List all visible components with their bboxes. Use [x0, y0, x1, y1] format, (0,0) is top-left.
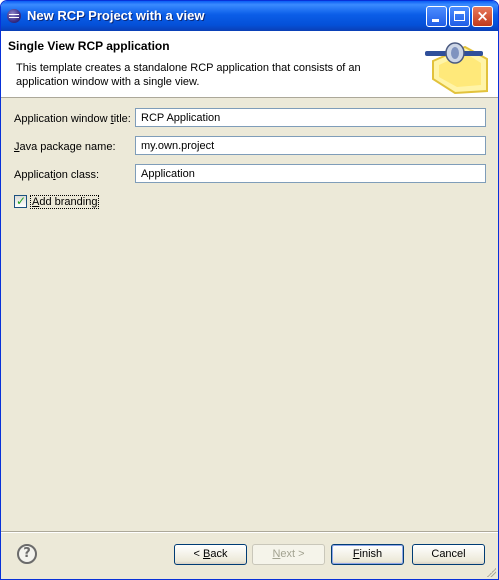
minimize-button[interactable] [426, 6, 447, 27]
window-title: New RCP Project with a view [27, 8, 205, 23]
finish-button[interactable]: Finish [331, 544, 404, 565]
package-name-input[interactable] [135, 136, 486, 155]
resize-grip[interactable] [486, 567, 496, 577]
title-bar[interactable]: New RCP Project with a view × [1, 1, 498, 31]
application-class-input[interactable] [135, 164, 486, 183]
window-title-label: Application window title: [14, 113, 131, 125]
close-button[interactable]: × [472, 6, 493, 27]
next-button[interactable]: Next > [252, 544, 325, 565]
cancel-button[interactable]: Cancel [412, 544, 485, 565]
help-button[interactable]: ? [17, 544, 37, 564]
wizard-header: Single View RCP application This templat… [1, 31, 498, 98]
page-description: This template creates a standalone RCP a… [16, 62, 361, 88]
window-title-input[interactable] [135, 108, 486, 127]
back-button[interactable]: < Back [174, 544, 247, 565]
add-branding-label[interactable]: Add branding [30, 195, 100, 209]
maximize-button[interactable] [449, 6, 470, 27]
close-icon: × [476, 7, 489, 25]
package-name-label: Java package name: [14, 141, 116, 153]
add-branding-checkbox[interactable]: ✓ [14, 194, 27, 208]
maximize-icon [454, 11, 465, 21]
page-title: Single View RCP application [8, 39, 170, 53]
application-class-label: Application class: [14, 169, 100, 181]
wizard-dialog: New RCP Project with a view × Single Vie… [0, 0, 499, 580]
help-icon: ? [23, 546, 31, 561]
checkmark-icon: ✓ [16, 194, 27, 208]
wizard-plugin-icon [425, 42, 488, 95]
minimize-icon [432, 19, 439, 22]
eclipse-icon [7, 9, 21, 23]
footer-divider [1, 531, 498, 533]
